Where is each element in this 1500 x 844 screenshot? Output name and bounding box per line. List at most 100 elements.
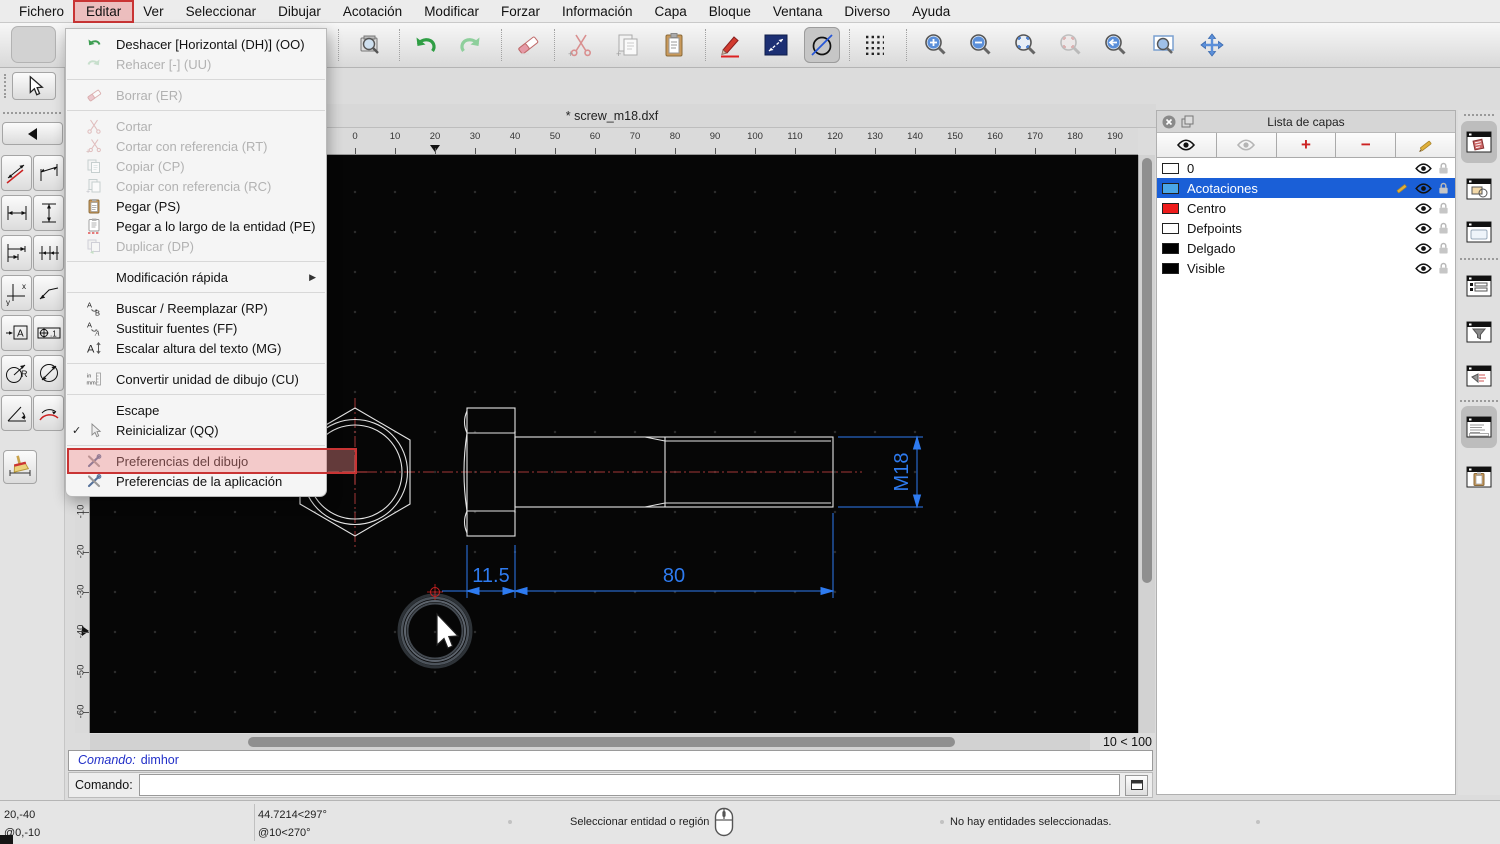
entity-list-widget-button[interactable] <box>1461 265 1497 307</box>
edit-menu-item-convertir-unidad-de-dibujo-cu[interactable]: in mm Convertir unidad de dibujo (CU) <box>66 369 326 389</box>
circle-tool-button-active[interactable] <box>804 27 840 63</box>
layer-row-defpoints[interactable]: Defpoints <box>1157 218 1455 238</box>
toolbar-button-stub[interactable] <box>11 26 56 63</box>
zoom-out-button[interactable] <box>963 27 999 63</box>
layer-visibility-eye-icon[interactable] <box>1415 222 1432 234</box>
redo-button[interactable] <box>452 27 488 63</box>
layer-lock-icon[interactable] <box>1438 262 1449 275</box>
vertical-scrollbar-thumb[interactable] <box>1142 158 1152 583</box>
layer-color-swatch[interactable] <box>1162 182 1179 194</box>
palette-drag-handle[interactable] <box>4 74 6 98</box>
edit-menu-item-sustituir-fuentes-ff[interactable]: A A Sustituir fuentes (FF) <box>66 318 326 338</box>
menubar-item-modificar[interactable]: Modificar <box>413 2 490 21</box>
dim-label-button[interactable]: A <box>1 315 32 351</box>
layer-visibility-eye-icon[interactable] <box>1415 262 1432 274</box>
dim-arc-button[interactable] <box>33 395 64 431</box>
print-preview-button[interactable] <box>352 27 388 63</box>
layer-visibility-eye-icon[interactable] <box>1415 162 1432 174</box>
layer-visibility-eye-icon[interactable] <box>1415 202 1432 214</box>
layer-row-visible[interactable]: Visible <box>1157 258 1455 278</box>
dim-leader-button[interactable] <box>33 275 64 311</box>
dim-radial-button[interactable]: R <box>1 355 32 391</box>
dim-vertical-button[interactable] <box>33 195 64 231</box>
edit-menu-item-deshacer-horizontal-dh-oo[interactable]: Deshacer [Horizontal (DH)] (OO) <box>66 34 326 54</box>
dim-baseline-button[interactable] <box>1 235 32 271</box>
layer-visibility-eye-icon[interactable] <box>1415 182 1432 194</box>
layer-list-widget-button[interactable] <box>1461 121 1497 163</box>
dim-regenerate-button[interactable] <box>3 450 37 484</box>
menubar-item-seleccionar[interactable]: Seleccionar <box>175 2 268 21</box>
select-tool-button[interactable] <box>12 72 56 100</box>
edit-menu-item-escalar-altura-del-texto-mg[interactable]: A Escalar altura del texto (MG) <box>66 338 326 358</box>
layer-lock-icon[interactable] <box>1438 242 1449 255</box>
add-layer-button[interactable]: + <box>1276 133 1337 157</box>
menubar-item-ayuda[interactable]: Ayuda <box>901 2 961 21</box>
block-list-widget-button[interactable] <box>1461 168 1497 210</box>
menubar-item-dibujar[interactable]: Dibujar <box>267 2 332 21</box>
zoom-window-button[interactable] <box>1146 27 1182 63</box>
paste-button[interactable] <box>656 27 692 63</box>
undo-button[interactable] <box>408 27 444 63</box>
hide-all-layers-button[interactable] <box>1216 133 1277 157</box>
dim-ordinate-button[interactable]: xy <box>1 275 32 311</box>
command-input[interactable] <box>138 774 1120 796</box>
dim-tolerance-button[interactable]: .1 <box>33 315 64 351</box>
clipboard-widget-button[interactable] <box>1461 456 1497 498</box>
horizontal-scrollbar[interactable] <box>90 734 1090 750</box>
dim-angular-button[interactable] <box>1 395 32 431</box>
command-line-widget-button[interactable] <box>1461 406 1497 448</box>
layer-lock-icon[interactable] <box>1438 182 1449 195</box>
edit-menu-item-preferencias-de-la-aplicaci-n[interactable]: Preferencias de la aplicación <box>66 471 326 491</box>
vertical-scrollbar[interactable] <box>1138 155 1155 733</box>
menubar-item-capa[interactable]: Capa <box>644 2 698 21</box>
menubar-item-acotaci-n[interactable]: Acotación <box>332 2 413 21</box>
cut-button[interactable]: + <box>563 27 599 63</box>
layer-color-swatch[interactable] <box>1162 162 1179 174</box>
zoom-pan-button[interactable] <box>1194 27 1230 63</box>
horizontal-scrollbar-thumb[interactable] <box>248 737 955 747</box>
dimension-style-button[interactable] <box>758 27 794 63</box>
layer-lock-icon[interactable] <box>1438 162 1449 175</box>
remove-layer-button[interactable]: − <box>1336 133 1397 157</box>
zoom-auto-button[interactable] <box>1008 27 1044 63</box>
edit-menu-item-pegar-a-lo-largo-de-la-entidad-pe[interactable]: Pegar a lo largo de la entidad (PE) <box>66 216 326 236</box>
command-echo-widget-button[interactable] <box>1461 355 1497 397</box>
selection-filter-widget-button[interactable] <box>1461 311 1497 353</box>
layer-color-swatch[interactable] <box>1162 242 1179 254</box>
edit-menu-item-reinicializar-qq[interactable]: ✓ Reinicializar (QQ) <box>66 420 326 440</box>
dock-drag-handle[interactable] <box>1464 114 1494 116</box>
dim-horizontal-button[interactable] <box>1 195 32 231</box>
library-browser-widget-button[interactable] <box>1461 211 1497 253</box>
menubar-item-fichero[interactable]: Fichero <box>8 2 75 21</box>
layer-color-swatch[interactable] <box>1162 222 1179 234</box>
dim-diametric-button[interactable] <box>33 355 64 391</box>
draw-order-pen-button[interactable] <box>712 27 748 63</box>
edit-menu-item-buscar-reemplazar-rp[interactable]: A B Buscar / Reemplazar (RP) <box>66 298 326 318</box>
menubar-item-diverso[interactable]: Diverso <box>833 2 901 21</box>
show-all-layers-button[interactable] <box>1157 133 1217 157</box>
dim-continue-button[interactable] <box>33 235 64 271</box>
edit-layer-button[interactable] <box>1396 133 1455 157</box>
command-window-button[interactable] <box>1125 774 1148 796</box>
edit-menu-item-pegar-ps[interactable]: Pegar (PS) <box>66 196 326 216</box>
layer-row-delgado[interactable]: Delgado <box>1157 238 1455 258</box>
dim-aligned-button[interactable] <box>1 155 32 191</box>
layer-visibility-eye-icon[interactable] <box>1415 242 1432 254</box>
zoom-in-button[interactable] <box>918 27 954 63</box>
menubar-item-informaci-n[interactable]: Información <box>551 2 644 21</box>
copy-button[interactable]: + <box>610 27 646 63</box>
menubar-item-bloque[interactable]: Bloque <box>698 2 762 21</box>
layer-lock-icon[interactable] <box>1438 222 1449 235</box>
menubar-item-ventana[interactable]: Ventana <box>762 2 834 21</box>
edit-menu-item-preferencias-del-dibujo[interactable]: Preferencias del dibujo <box>66 451 326 471</box>
layer-row-acotaciones[interactable]: Acotaciones <box>1157 178 1455 198</box>
zoom-redraw-button[interactable] <box>1098 27 1134 63</box>
layer-edit-pencil-icon[interactable] <box>1395 181 1409 195</box>
grid-toggle-button[interactable] <box>856 27 892 63</box>
palette-back-button[interactable] <box>2 122 63 145</box>
menubar-item-forzar[interactable]: Forzar <box>490 2 551 21</box>
layer-lock-icon[interactable] <box>1438 202 1449 215</box>
menubar-item-editar[interactable]: Editar <box>73 0 135 23</box>
layer-row-0[interactable]: 0 <box>1157 158 1455 178</box>
layer-color-swatch[interactable] <box>1162 262 1179 274</box>
